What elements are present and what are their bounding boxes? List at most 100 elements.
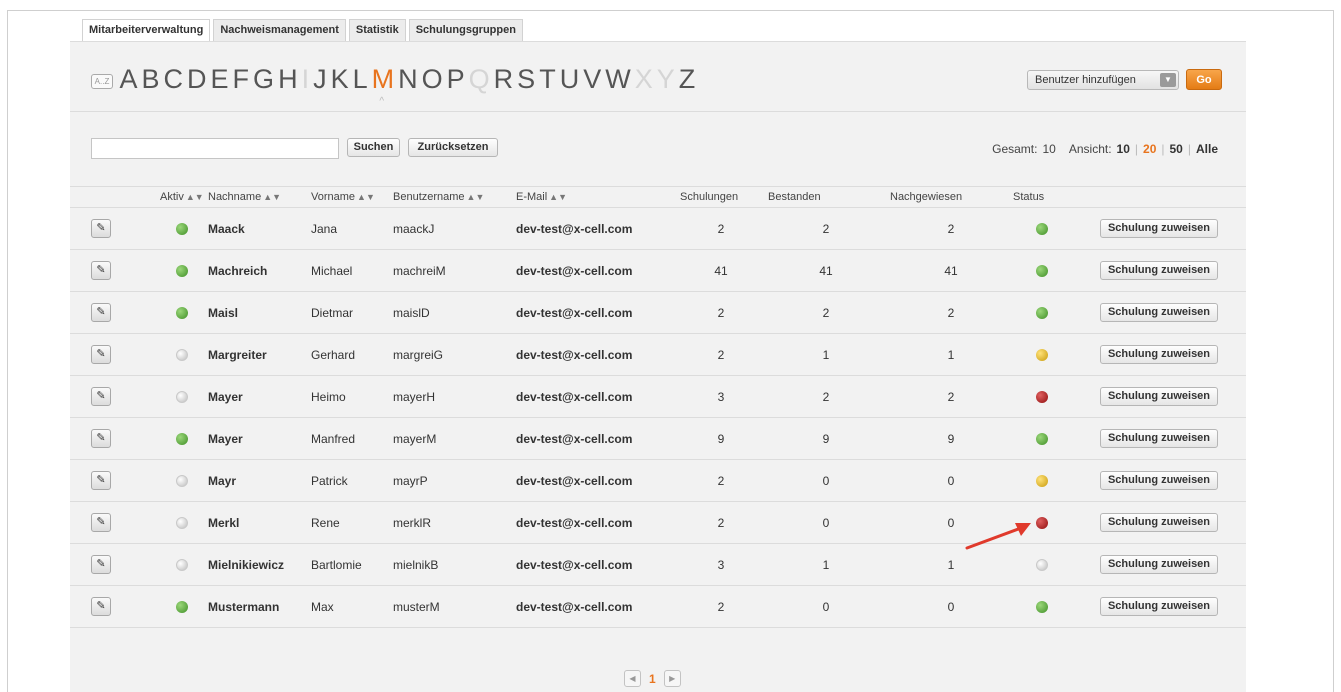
letter-u[interactable]: U <box>558 64 582 95</box>
annotation-arrow <box>965 523 1031 550</box>
letter-p[interactable]: P <box>445 64 467 95</box>
table-row: ✎ Maack Jana maackJ dev-test@x-cell.com 2 2 2 Sc… <box>70 208 1246 250</box>
active-indicator <box>176 349 188 361</box>
letter-n[interactable]: N <box>397 64 421 95</box>
table-row: ✎ Merkl Rene merklR dev-test@x-cell.com 2 0 0 Sc… <box>70 502 1246 544</box>
tab-statistik[interactable]: Statistik <box>348 19 406 42</box>
cell-email: dev-test@x-cell.com <box>516 306 633 320</box>
pencil-icon: ✎ <box>96 600 106 612</box>
edit-button[interactable]: ✎ <box>91 387 111 406</box>
assign-training-button[interactable]: Schulung zuweisen <box>1100 597 1218 616</box>
assign-training-button[interactable]: Schulung zuweisen <box>1100 219 1218 238</box>
assign-training-button[interactable]: Schulung zuweisen <box>1100 303 1218 322</box>
letter-h[interactable]: H <box>277 64 301 95</box>
page-size-20[interactable]: 20 <box>1143 142 1156 156</box>
edit-button[interactable]: ✎ <box>91 555 111 574</box>
letter-q: Q <box>468 64 491 94</box>
cell-benutzername: mayerH <box>393 390 436 404</box>
pencil-icon: ✎ <box>96 348 106 360</box>
search-button[interactable]: Suchen <box>347 138 400 157</box>
assign-training-button[interactable]: Schulung zuweisen <box>1100 513 1218 532</box>
table-row: ✎ Mielnikiewicz Bartlomie mielnikB dev-test@… <box>70 544 1246 586</box>
prev-page-icon[interactable]: ◀ <box>624 670 641 687</box>
cell-nachname: Machreich <box>208 264 268 278</box>
edit-button[interactable]: ✎ <box>91 429 111 448</box>
assign-training-button[interactable]: Schulung zuweisen <box>1100 345 1218 364</box>
page-size-10[interactable]: 10 <box>1117 142 1130 156</box>
letter-w[interactable]: W <box>604 64 633 95</box>
add-user-select[interactable]: Benutzer hinzufügen ▼ <box>1027 70 1179 90</box>
letter-v[interactable]: V <box>582 64 604 95</box>
cell-bestanden: 41 <box>819 264 833 278</box>
cell-schulungen: 2 <box>717 474 725 488</box>
next-page-icon[interactable]: ▶ <box>663 670 681 687</box>
letter-c[interactable]: C <box>162 64 186 95</box>
cell-email: dev-test@x-cell.com <box>516 516 633 530</box>
letter-b[interactable]: B <box>140 64 162 95</box>
letter-k[interactable]: K <box>329 64 351 95</box>
letter-d[interactable]: D <box>186 64 210 95</box>
letter-t[interactable]: T <box>538 64 559 95</box>
assign-training-button[interactable]: Schulung zuweisen <box>1100 471 1218 490</box>
az-filter-icon[interactable]: A..Z <box>91 74 113 89</box>
cell-email: dev-test@x-cell.com <box>516 222 633 236</box>
assign-training-button[interactable]: Schulung zuweisen <box>1100 429 1218 448</box>
col-email[interactable]: E-Mail ▲▼ <box>516 191 567 203</box>
col-vorname[interactable]: Vorname ▲▼ <box>311 191 375 203</box>
chevron-down-icon: ▼ <box>1160 73 1176 87</box>
letter-z[interactable]: Z <box>677 64 698 95</box>
assign-training-button[interactable]: Schulung zuweisen <box>1100 387 1218 406</box>
col-nachname[interactable]: Nachname ▲▼ <box>208 191 281 203</box>
reset-button[interactable]: Zurücksetzen <box>408 138 498 157</box>
cell-nachname: Mustermann <box>208 600 280 614</box>
cell-vorname: Rene <box>311 516 340 530</box>
edit-button[interactable]: ✎ <box>91 471 111 490</box>
pencil-icon: ✎ <box>96 474 106 486</box>
assign-training-button[interactable]: Schulung zuweisen <box>1100 555 1218 574</box>
cell-nachgewiesen: 0 <box>947 474 955 488</box>
cell-benutzername: maislD <box>393 306 430 320</box>
letter-o[interactable]: O <box>420 64 445 95</box>
pencil-icon: ✎ <box>96 390 106 402</box>
col-benutzername[interactable]: Benutzername ▲▼ <box>393 191 484 203</box>
cell-nachgewiesen: 0 <box>947 516 955 530</box>
cell-schulungen: 9 <box>717 432 725 446</box>
cell-nachname: Margreiter <box>208 348 267 362</box>
page-size-50[interactable]: 50 <box>1170 142 1183 156</box>
cell-vorname: Jana <box>311 222 338 236</box>
table-row: ✎ Margreiter Gerhard margreiG dev-test@x-cel… <box>70 334 1246 376</box>
letter-r[interactable]: R <box>492 64 516 95</box>
letter-g[interactable]: G <box>252 64 277 95</box>
cell-email: dev-test@x-cell.com <box>516 558 633 572</box>
edit-button[interactable]: ✎ <box>91 303 111 322</box>
edit-button[interactable]: ✎ <box>91 597 111 616</box>
col-aktiv[interactable]: Aktiv ▲▼ <box>160 191 204 203</box>
tab-nachweismanagement[interactable]: Nachweismanagement <box>213 19 346 42</box>
status-indicator <box>1036 223 1048 235</box>
active-indicator <box>176 433 188 445</box>
letter-a[interactable]: A <box>118 64 140 95</box>
table-row: ✎ Maisl Dietmar maislD dev-test@x-cell.com 2 2… <box>70 292 1246 334</box>
go-button[interactable]: Go <box>1186 69 1222 90</box>
letter-m[interactable]: M ^ <box>370 64 397 107</box>
letter-f[interactable]: F <box>231 64 252 95</box>
letter-j[interactable]: J <box>312 64 330 95</box>
letter-l[interactable]: L <box>351 64 370 95</box>
cell-schulungen: 2 <box>717 516 725 530</box>
active-indicator <box>176 265 188 277</box>
letter-s[interactable]: S <box>516 64 538 95</box>
edit-button[interactable]: ✎ <box>91 261 111 280</box>
edit-button[interactable]: ✎ <box>91 345 111 364</box>
tab-mitarbeiterverwaltung[interactable]: Mitarbeiterverwaltung <box>82 19 211 43</box>
edit-button[interactable]: ✎ <box>91 513 111 532</box>
cell-nachgewiesen: 2 <box>947 222 955 236</box>
cell-schulungen: 2 <box>717 306 725 320</box>
search-input[interactable] <box>91 138 339 159</box>
assign-training-button[interactable]: Schulung zuweisen <box>1100 261 1218 280</box>
current-page[interactable]: 1 <box>649 672 656 686</box>
edit-button[interactable]: ✎ <box>91 219 111 238</box>
letter-e[interactable]: E <box>209 64 231 95</box>
page-size-all[interactable]: Alle <box>1196 142 1218 156</box>
cell-nachgewiesen: 9 <box>947 432 955 446</box>
tab-schulungsgruppen[interactable]: Schulungsgruppen <box>408 19 523 42</box>
